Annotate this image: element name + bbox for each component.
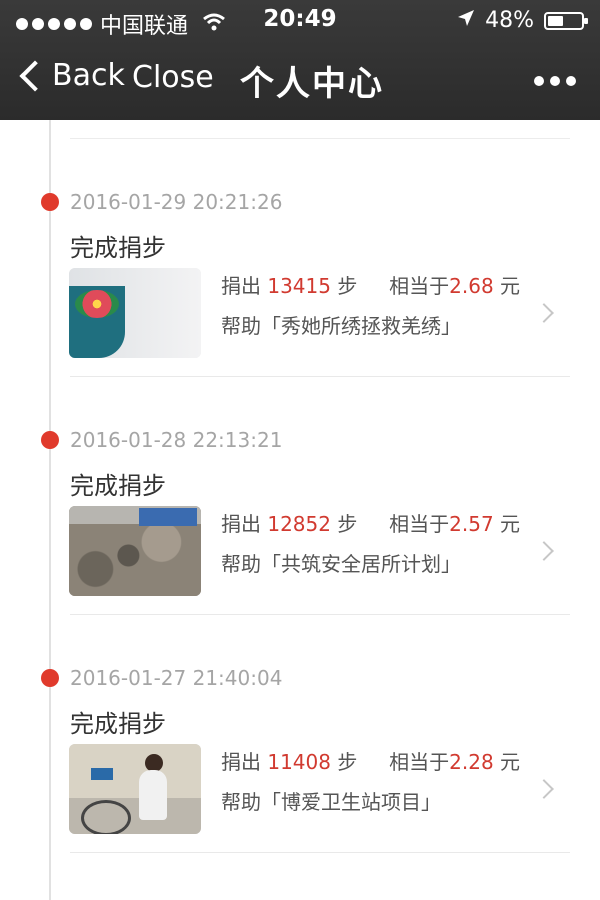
chevron-right-icon[interactable] — [534, 303, 554, 323]
entry-date: 2016-01-29 20:21:26 — [70, 190, 283, 214]
battery-percent: 48% — [485, 8, 534, 33]
chevron-right-icon[interactable] — [534, 779, 554, 799]
more-dots-icon[interactable] — [534, 76, 576, 86]
help-project-text[interactable]: 帮助「博爱卫生站项目」 — [221, 786, 441, 815]
project-thumbnail[interactable] — [69, 744, 201, 834]
location-arrow-icon — [457, 8, 475, 33]
timeline-entry: 2016-01-27 21:40:04 完成捐步 捐出 11408 步 相当于2… — [0, 596, 600, 853]
amount-value: 2.57 — [449, 512, 494, 536]
timeline-list[interactable]: 2016-01-29 20:21:26 完成捐步 捐出 13415 步 相当于2… — [0, 120, 600, 900]
timeline-entry: 2016-01-28 22:13:21 完成捐步 捐出 12852 步 相当于2… — [0, 358, 600, 615]
step-count: 12852 — [267, 512, 331, 536]
help-project-text[interactable]: 帮助「秀她所绣拯救羌绣」 — [221, 310, 461, 339]
equiv-prefix: 相当于 — [389, 274, 450, 298]
entry-date: 2016-01-28 22:13:21 — [70, 428, 283, 452]
chevron-right-icon[interactable] — [534, 541, 554, 561]
step-count: 13415 — [267, 274, 331, 298]
entry-action: 完成捐步 — [70, 710, 166, 738]
amount-unit: 元 — [500, 750, 521, 774]
entry-date: 2016-01-27 21:40:04 — [70, 666, 283, 690]
donation-summary[interactable]: 捐出 13415 步 相当于2.68 元 — [221, 270, 520, 299]
amount-value: 2.28 — [449, 750, 494, 774]
timeline-entry: 2016-01-29 20:21:26 完成捐步 捐出 13415 步 相当于2… — [0, 120, 600, 377]
project-thumbnail[interactable] — [69, 506, 201, 596]
back-label: Back — [52, 58, 125, 93]
page-title: 个人中心 — [240, 64, 384, 104]
donate-prefix: 捐出 — [221, 274, 261, 298]
status-bar: 中国联通 20:49 48% — [0, 0, 600, 40]
entry-action: 完成捐步 — [70, 234, 166, 262]
chevron-left-icon — [19, 59, 51, 92]
amount-value: 2.68 — [449, 274, 494, 298]
timeline-dot — [41, 431, 59, 449]
project-thumbnail[interactable] — [69, 268, 201, 358]
navigation-bar: Back Close 个人中心 — [0, 40, 600, 120]
equiv-prefix: 相当于 — [389, 512, 450, 536]
close-button[interactable]: Close — [132, 60, 214, 95]
divider — [70, 852, 570, 853]
step-unit: 步 — [337, 512, 358, 536]
step-unit: 步 — [337, 274, 358, 298]
timeline-dot — [41, 193, 59, 211]
battery-icon — [544, 11, 588, 30]
timeline-dot — [41, 669, 59, 687]
amount-unit: 元 — [500, 512, 521, 536]
step-unit: 步 — [337, 750, 358, 774]
donate-prefix: 捐出 — [221, 750, 261, 774]
donate-prefix: 捐出 — [221, 512, 261, 536]
donation-summary[interactable]: 捐出 11408 步 相当于2.28 元 — [221, 746, 520, 775]
equiv-prefix: 相当于 — [389, 750, 450, 774]
entry-action: 完成捐步 — [70, 472, 166, 500]
top-bar: 中国联通 20:49 48% Back Close 个人中心 — [0, 0, 600, 120]
donation-summary[interactable]: 捐出 12852 步 相当于2.57 元 — [221, 508, 520, 537]
back-button[interactable]: Back — [18, 58, 125, 93]
help-project-text[interactable]: 帮助「共筑安全居所计划」 — [221, 548, 461, 577]
step-count: 11408 — [267, 750, 331, 774]
amount-unit: 元 — [500, 274, 521, 298]
